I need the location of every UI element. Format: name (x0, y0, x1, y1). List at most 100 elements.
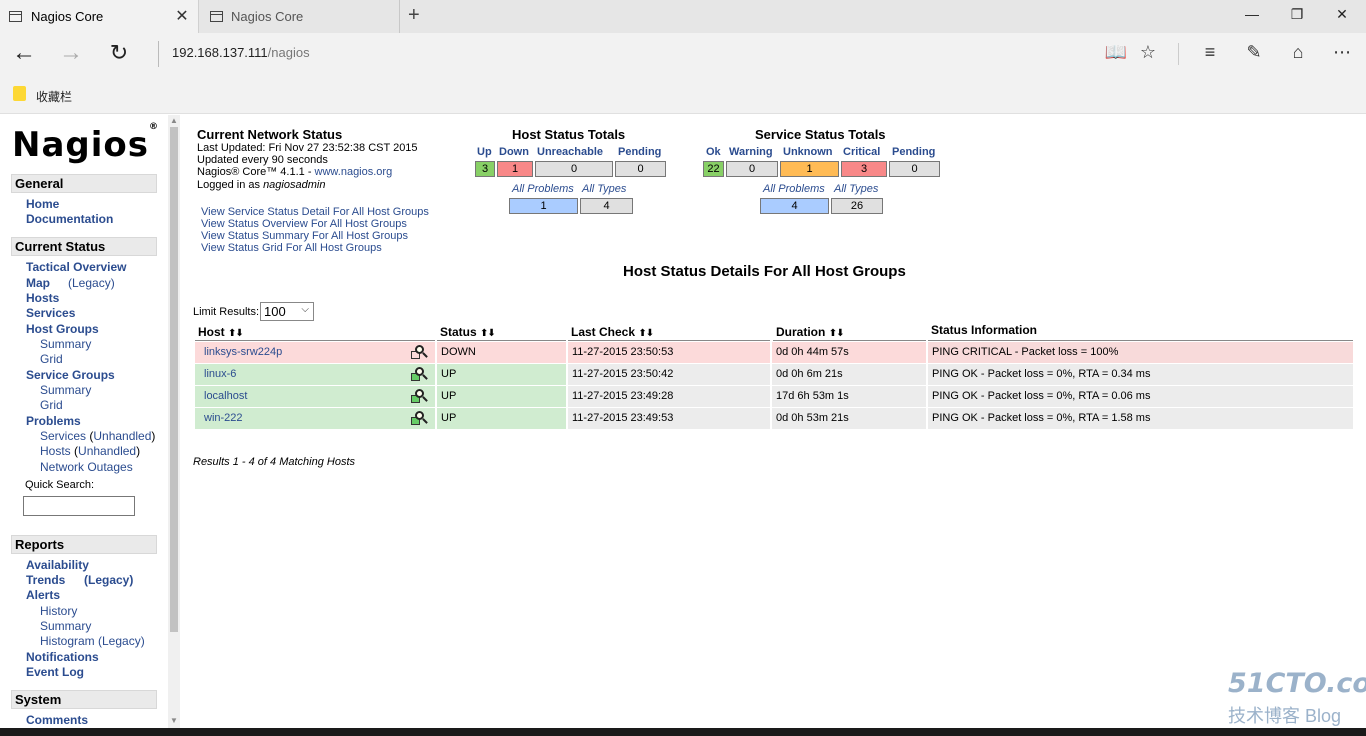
nav-map-legacy[interactable]: (Legacy) (68, 276, 115, 290)
host-hdr-down[interactable]: Down (499, 146, 529, 158)
host-name-link[interactable]: localhost (195, 386, 435, 407)
limit-results-select[interactable]: 100 ⌵ (260, 302, 314, 321)
sidebar-scrollbar[interactable]: ▲ ▼ (168, 115, 180, 728)
svc-hdr-unknown[interactable]: Unknown (783, 146, 833, 158)
tab-nagios-core[interactable]: Nagios Core (200, 0, 400, 33)
nav-notifications[interactable]: Notifications (26, 650, 99, 664)
host-hdr-unreachable[interactable]: Unreachable (537, 146, 603, 158)
nav-service-groups[interactable]: Service Groups (26, 368, 115, 382)
host-all-problems-label[interactable]: All Problems (512, 183, 574, 195)
host-pending-count[interactable]: 0 (615, 161, 666, 177)
host-name-link[interactable]: linksys-srw224p (195, 342, 435, 363)
back-arrow-icon[interactable]: ← (9, 39, 39, 67)
col-last-check-header[interactable]: Last Check ⬆⬇ (568, 322, 770, 341)
host-unreachable-count[interactable]: 0 (535, 161, 613, 177)
refresh-icon[interactable]: ↻ (104, 39, 134, 67)
host-all-types-label[interactable]: All Types (582, 183, 626, 195)
svc-hdr-warning[interactable]: Warning (729, 146, 773, 158)
nav-problems[interactable]: Problems (26, 414, 81, 428)
tab-nagios-core-active[interactable]: Nagios Core ✕ (0, 0, 199, 33)
nav-alert-summary[interactable]: Summary (40, 619, 91, 633)
sort-arrows-icon[interactable]: ⬆⬇ (829, 328, 845, 339)
nagios-org-link[interactable]: www.nagios.org (315, 166, 393, 178)
nav-problem-hosts[interactable]: Hosts (Unhandled) (40, 444, 140, 458)
host-all-types-count[interactable]: 4 (580, 198, 633, 214)
host-detail-magnifier-icon[interactable] (411, 367, 428, 382)
sort-arrows-icon[interactable]: ⬆⬇ (228, 328, 244, 339)
url-field[interactable]: 192.168.137.111/nagios (172, 45, 310, 60)
nav-home[interactable]: Home (26, 197, 59, 211)
nav-sg-grid[interactable]: Grid (40, 398, 63, 412)
nav-map[interactable]: Map (26, 276, 50, 290)
nav-problem-services[interactable]: Services (Unhandled) (40, 429, 155, 443)
sort-arrows-icon[interactable]: ⬆⬇ (480, 328, 496, 339)
nav-alerts[interactable]: Alerts (26, 588, 60, 602)
nav-trends-legacy[interactable]: (Legacy) (84, 573, 133, 587)
svc-all-types-count[interactable]: 26 (831, 198, 883, 214)
link-service-status-detail[interactable]: View Service Status Detail For All Host … (201, 206, 429, 218)
host-name-link[interactable]: win-222 (195, 408, 435, 429)
col-status-header[interactable]: Status ⬆⬇ (437, 322, 566, 341)
nav-host-groups[interactable]: Host Groups (26, 322, 99, 336)
nav-sg-summary[interactable]: Summary (40, 383, 91, 397)
link-status-grid[interactable]: View Status Grid For All Host Groups (201, 242, 382, 254)
new-tab-button[interactable]: + (408, 4, 420, 27)
forward-arrow-icon[interactable]: → (56, 39, 86, 67)
host-hdr-up[interactable]: Up (477, 146, 492, 158)
host-down-count[interactable]: 1 (497, 161, 533, 177)
host-detail-magnifier-icon[interactable] (411, 345, 428, 360)
host-up-count[interactable]: 3 (475, 161, 495, 177)
scroll-up-icon[interactable]: ▲ (168, 116, 180, 125)
col-duration-header[interactable]: Duration ⬆⬇ (773, 322, 926, 341)
nav-documentation[interactable]: Documentation (26, 212, 113, 226)
nav-services[interactable]: Services (26, 306, 75, 320)
restore-button[interactable]: ❐ (1287, 6, 1307, 23)
nav-tactical-overview[interactable]: Tactical Overview (26, 260, 127, 274)
nav-hosts[interactable]: Hosts (26, 291, 59, 305)
nav-hg-grid[interactable]: Grid (40, 352, 63, 366)
share-icon[interactable]: ⌂ (1286, 42, 1310, 63)
window-close-button[interactable]: ✕ (1332, 6, 1352, 23)
scroll-down-icon[interactable]: ▼ (168, 716, 180, 725)
quick-search-input[interactable] (23, 496, 135, 516)
nav-alert-histogram[interactable]: Histogram (Legacy) (40, 634, 145, 648)
svc-critical-count[interactable]: 3 (841, 161, 887, 177)
svc-all-types-label[interactable]: All Types (834, 183, 878, 195)
host-detail-magnifier-icon[interactable] (411, 411, 428, 426)
svc-hdr-pending[interactable]: Pending (892, 146, 935, 158)
nav-alert-history[interactable]: History (40, 604, 77, 618)
nagios-logo[interactable]: Nagios® (12, 122, 159, 165)
web-note-icon[interactable]: ✎ (1242, 42, 1266, 63)
nav-network-outages[interactable]: Network Outages (40, 460, 133, 474)
host-detail-magnifier-icon[interactable] (411, 389, 428, 404)
nav-availability[interactable]: Availability (26, 558, 89, 572)
scroll-thumb[interactable] (170, 127, 178, 632)
nav-problem-services-unhandled[interactable]: Unhandled (93, 429, 151, 443)
favorites-label[interactable]: 收藏栏 (36, 88, 72, 105)
hub-icon[interactable]: ≡ (1198, 42, 1222, 63)
svc-ok-count[interactable]: 22 (703, 161, 724, 177)
link-status-overview[interactable]: View Status Overview For All Host Groups (201, 218, 407, 230)
link-status-summary[interactable]: View Status Summary For All Host Groups (201, 230, 408, 242)
tab-close-icon[interactable]: ✕ (173, 6, 191, 26)
nav-event-log[interactable]: Event Log (26, 665, 84, 679)
more-icon[interactable]: ⋯ (1330, 42, 1354, 63)
svc-pending-count[interactable]: 0 (889, 161, 940, 177)
host-hdr-pending[interactable]: Pending (618, 146, 661, 158)
svc-all-problems-label[interactable]: All Problems (763, 183, 825, 195)
reading-view-icon[interactable]: 📖 (1104, 42, 1128, 63)
svc-hdr-critical[interactable]: Critical (843, 146, 880, 158)
nav-comments[interactable]: Comments (26, 713, 88, 727)
nav-trends[interactable]: Trends (26, 573, 65, 587)
host-name-link[interactable]: linux-6 (195, 364, 435, 385)
minimize-button[interactable]: — (1242, 6, 1262, 22)
svc-warning-count[interactable]: 0 (726, 161, 778, 177)
sort-arrows-icon[interactable]: ⬆⬇ (638, 328, 654, 339)
nav-hg-summary[interactable]: Summary (40, 337, 91, 351)
col-host-header[interactable]: Host ⬆⬇ (195, 322, 435, 341)
host-all-problems-count[interactable]: 1 (509, 198, 578, 214)
favorite-star-icon[interactable]: ☆ (1136, 42, 1160, 63)
svc-unknown-count[interactable]: 1 (780, 161, 839, 177)
svc-hdr-ok[interactable]: Ok (706, 146, 721, 158)
nav-problem-hosts-unhandled[interactable]: Unhandled (78, 444, 136, 458)
